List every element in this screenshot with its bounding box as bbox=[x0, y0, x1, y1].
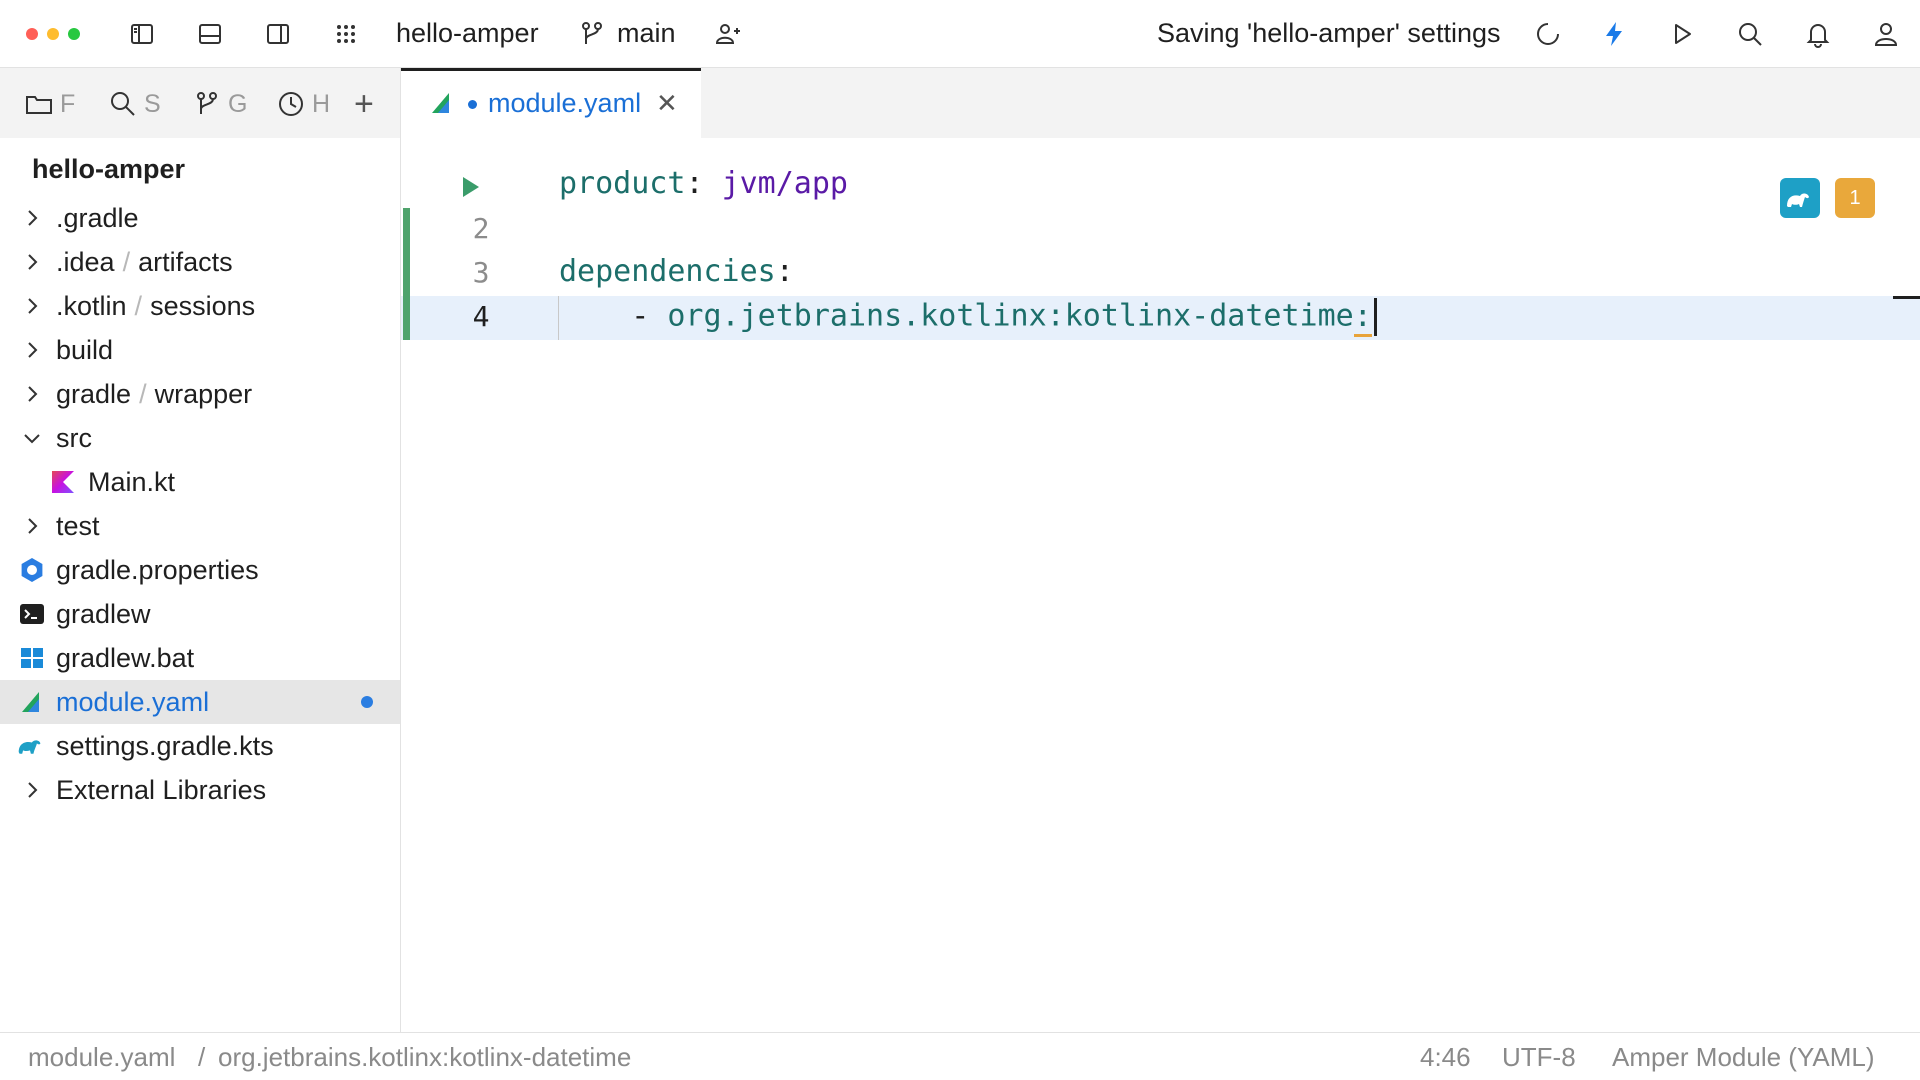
tree-item-module-yaml[interactable]: module.yaml bbox=[0, 680, 400, 724]
tree-item-settings-gradle-kts[interactable]: settings.gradle.kts bbox=[0, 724, 400, 768]
account-icon[interactable] bbox=[1868, 16, 1904, 52]
tab-history[interactable]: H bbox=[276, 88, 332, 120]
tree-item-src-dir[interactable]: src bbox=[0, 416, 400, 460]
problems-badge[interactable]: 1 bbox=[1835, 178, 1875, 218]
tab-git[interactable]: G bbox=[192, 88, 248, 120]
project-sidebar: F S G H + hello-amper .gradle .idea / ar… bbox=[0, 68, 401, 1032]
tree-item-gradle-wrapper-dir[interactable]: gradle / wrapper bbox=[0, 372, 400, 416]
notifications-icon[interactable] bbox=[1800, 16, 1836, 52]
breadcrumb-file[interactable]: module.yaml bbox=[28, 1042, 175, 1073]
modified-indicator bbox=[361, 696, 373, 708]
toggle-bottom-panel-icon[interactable] bbox=[192, 16, 228, 52]
tree-item-external-libraries[interactable]: External Libraries bbox=[0, 768, 400, 812]
search-icon[interactable] bbox=[1732, 16, 1768, 52]
run-icon[interactable] bbox=[1664, 16, 1700, 52]
editor-tab-strip: module.yaml ✕ bbox=[401, 68, 1920, 138]
file-encoding[interactable]: UTF-8 bbox=[1502, 1042, 1576, 1073]
code-line-1: product: jvm/app bbox=[559, 166, 848, 201]
chevron-right-icon[interactable] bbox=[20, 250, 44, 274]
scrollbar-caret-marker bbox=[1893, 296, 1920, 299]
path-separator: / bbox=[122, 247, 131, 277]
minimize-window-button[interactable] bbox=[47, 28, 59, 40]
code-editor[interactable]: product: jvm/app 2 3 dependencies: 4 - o… bbox=[401, 138, 1920, 1032]
zoom-window-button[interactable] bbox=[68, 28, 80, 40]
cursor-position[interactable]: 4:46 bbox=[1420, 1042, 1471, 1073]
chevron-right-icon[interactable] bbox=[20, 338, 44, 362]
breadcrumb-separator: / bbox=[198, 1042, 206, 1072]
amper-file-icon bbox=[22, 692, 39, 712]
tab-search[interactable]: S bbox=[108, 88, 164, 120]
git-icon bbox=[197, 92, 217, 114]
code-line-3: dependencies: bbox=[559, 254, 794, 289]
close-tab-icon[interactable]: ✕ bbox=[656, 90, 678, 116]
run-gutter-icon[interactable] bbox=[457, 174, 483, 200]
branch-icon[interactable] bbox=[574, 16, 610, 52]
modified-indicator bbox=[468, 100, 477, 109]
project-title: hello-amper bbox=[32, 154, 186, 184]
gradle-sync-icon[interactable] bbox=[1780, 178, 1820, 218]
tree-item-build-dir[interactable]: build bbox=[0, 328, 400, 372]
path-separator: / bbox=[134, 291, 143, 321]
chevron-right-icon[interactable] bbox=[20, 514, 44, 538]
kotlin-file-icon bbox=[52, 471, 74, 493]
sidebar-tab-strip: F S G H + bbox=[0, 68, 400, 138]
branch-selector[interactable]: main bbox=[617, 18, 676, 49]
project-selector[interactable]: hello-amper bbox=[396, 18, 539, 49]
chevron-right-icon[interactable] bbox=[20, 778, 44, 802]
lightning-icon[interactable] bbox=[1596, 16, 1632, 52]
add-tab-button[interactable]: + bbox=[354, 88, 384, 120]
chevron-right-icon[interactable] bbox=[20, 294, 44, 318]
tree-item-gradlew[interactable]: gradlew bbox=[0, 592, 400, 636]
spinner-icon bbox=[1530, 16, 1566, 52]
chevron-down-icon[interactable] bbox=[20, 426, 44, 450]
line-number: 2 bbox=[472, 212, 490, 245]
code-line-4: - org.jetbrains.kotlinx:kotlinx-datetime… bbox=[559, 298, 1377, 337]
apps-grid-icon[interactable] bbox=[328, 16, 364, 52]
chevron-right-icon[interactable] bbox=[20, 206, 44, 230]
windows-file-icon bbox=[21, 648, 43, 668]
history-icon bbox=[279, 92, 303, 116]
tree-item-idea-dir[interactable]: .idea / artifacts bbox=[0, 240, 400, 284]
line-number: 4 bbox=[472, 300, 490, 333]
tree-item-gradle-dir[interactable]: .gradle bbox=[0, 196, 400, 240]
active-tab-indicator bbox=[401, 68, 701, 71]
tree-item-test-dir[interactable]: test bbox=[0, 504, 400, 548]
folder-icon bbox=[26, 96, 52, 114]
gradle-file-icon bbox=[18, 740, 41, 754]
tree-item-gradle-properties[interactable]: gradle.properties bbox=[0, 548, 400, 592]
tree-item-main-kt[interactable]: Main.kt bbox=[0, 460, 400, 504]
line-number: 3 bbox=[472, 256, 490, 289]
breadcrumb-item[interactable]: org.jetbrains.kotlinx:kotlinx-datetime bbox=[218, 1042, 631, 1073]
tree-item-gradlew-bat[interactable]: gradlew.bat bbox=[0, 636, 400, 680]
add-user-icon[interactable] bbox=[710, 16, 746, 52]
search-icon bbox=[111, 92, 135, 116]
chevron-right-icon[interactable] bbox=[20, 382, 44, 406]
close-window-button[interactable] bbox=[26, 28, 38, 40]
editor-tab-module-yaml[interactable]: module.yaml ✕ bbox=[401, 68, 701, 138]
amper-file-icon bbox=[432, 93, 449, 113]
tab-files[interactable]: F bbox=[24, 88, 78, 120]
toggle-right-panel-icon[interactable] bbox=[260, 16, 296, 52]
file-type[interactable]: Amper Module (YAML) bbox=[1612, 1042, 1875, 1073]
window-controls bbox=[26, 28, 80, 40]
properties-file-icon bbox=[21, 558, 43, 582]
text-caret bbox=[1373, 298, 1377, 336]
title-bar: hello-amper main Saving 'hello-amper' se… bbox=[0, 0, 1920, 68]
tree-item-kotlin-dir[interactable]: .kotlin / sessions bbox=[0, 284, 400, 328]
path-separator: / bbox=[139, 379, 147, 409]
status-message: Saving 'hello-amper' settings bbox=[1157, 18, 1501, 48]
status-bar: module.yaml / org.jetbrains.kotlinx:kotl… bbox=[0, 1032, 1920, 1080]
vcs-change-marker[interactable] bbox=[403, 208, 410, 340]
toggle-left-panel-icon[interactable] bbox=[124, 16, 160, 52]
terminal-file-icon bbox=[20, 604, 44, 624]
